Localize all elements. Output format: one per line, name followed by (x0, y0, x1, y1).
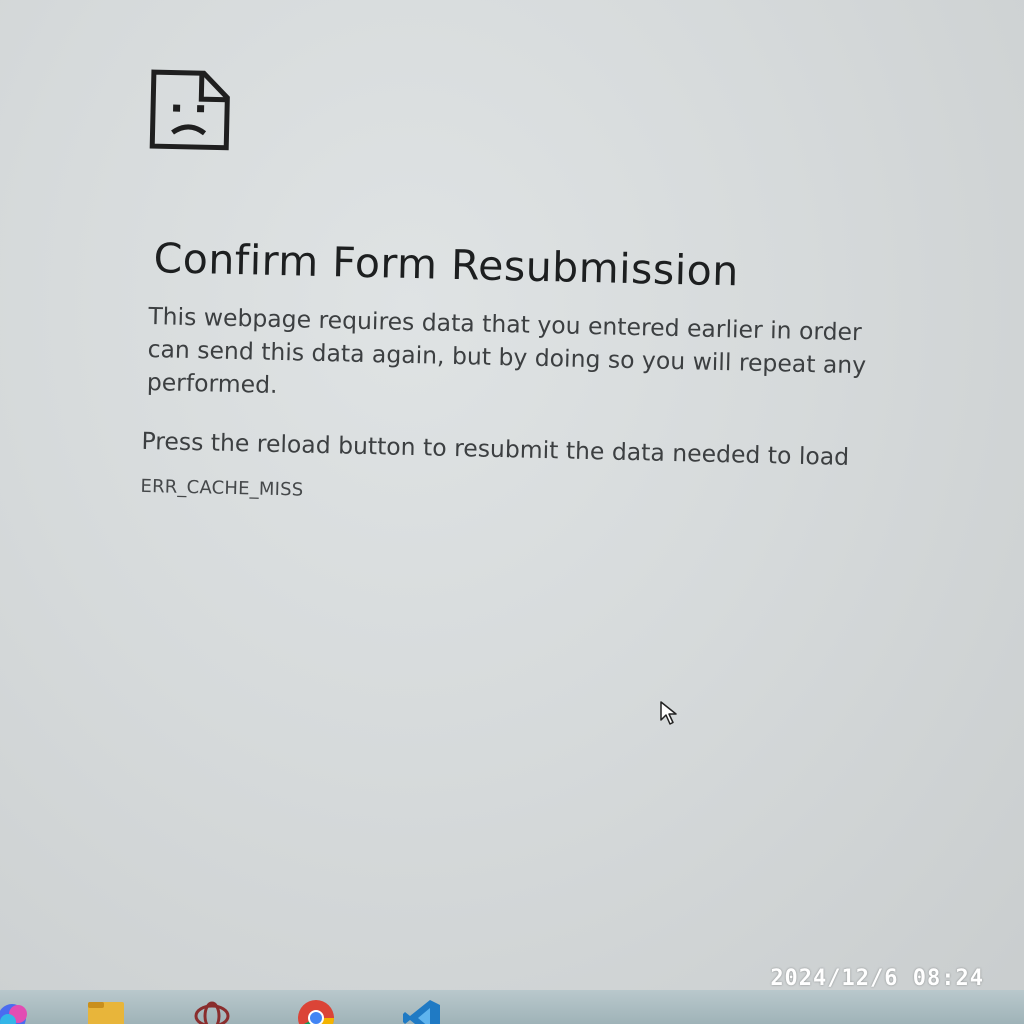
sad-page-icon (149, 69, 230, 151)
chrome-icon[interactable] (296, 998, 336, 1024)
reload-instruction: Press the reload button to resubmit the … (141, 426, 850, 471)
error-description: This webpage requires data that you ente… (146, 300, 1024, 420)
error-page: Confirm Form Resubmission This webpage r… (140, 68, 1024, 519)
page-title: Confirm Form Resubmission (153, 234, 740, 296)
mouse-cursor-icon (660, 701, 677, 725)
browser-viewport: Confirm Form Resubmission This webpage r… (0, 0, 1024, 988)
file-explorer-icon[interactable] (86, 998, 126, 1024)
copilot-icon[interactable] (0, 998, 34, 1024)
error-code: ERR_CACHE_MISS (140, 475, 304, 501)
app-icon[interactable] (192, 998, 232, 1024)
taskbar (0, 990, 1024, 1024)
vscode-icon[interactable] (402, 998, 442, 1024)
photo-timestamp: 2024/12/6 08:24 (770, 966, 984, 991)
